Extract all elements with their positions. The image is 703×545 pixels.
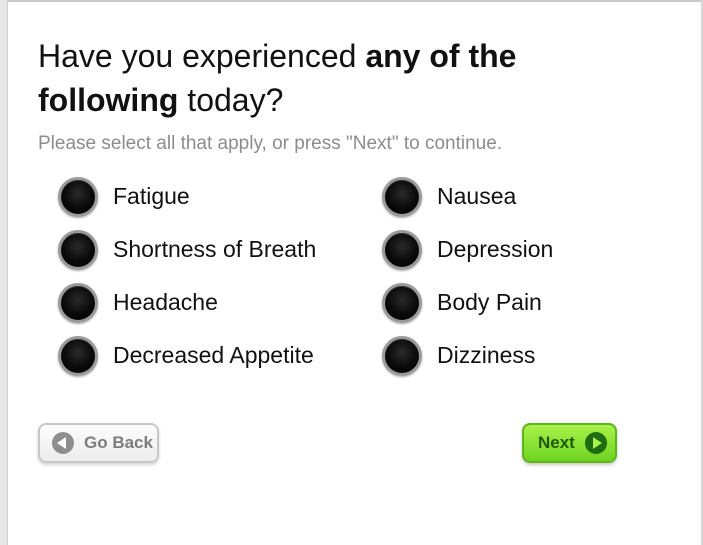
radio-button[interactable] — [382, 282, 422, 323]
question-text-part1: Have you experienced — [38, 38, 366, 74]
option-depression[interactable]: Depression — [382, 223, 618, 276]
option-fatigue[interactable]: Fatigue — [58, 170, 382, 223]
option-label: Shortness of Breath — [113, 236, 317, 262]
next-arrow-icon — [584, 432, 607, 454]
option-label: Body Pain — [437, 289, 542, 315]
go-back-button[interactable]: Go Back — [38, 423, 159, 463]
question-text-part2: today? — [178, 82, 284, 118]
next-label: Next — [538, 433, 575, 452]
option-body-pain[interactable]: Body Pain — [382, 276, 618, 329]
next-button[interactable]: Next — [522, 423, 617, 463]
radio-button[interactable] — [58, 282, 98, 323]
question-bold-part2: following — [38, 82, 179, 118]
radio-button[interactable] — [58, 335, 98, 376]
option-shortness-of-breath[interactable]: Shortness of Breath — [58, 223, 382, 276]
option-decreased-appetite[interactable]: Decreased Appetite — [58, 329, 382, 382]
instructions-text: Please select all that apply, or press "… — [38, 133, 503, 154]
window-top-border — [0, 0, 703, 2]
option-label: Nausea — [437, 183, 517, 209]
option-dizziness[interactable]: Dizziness — [382, 329, 618, 382]
option-headache[interactable]: Headache — [58, 276, 382, 329]
radio-button[interactable] — [58, 176, 98, 217]
option-label: Headache — [113, 289, 218, 315]
radio-button[interactable] — [58, 229, 98, 270]
option-label: Depression — [437, 236, 554, 262]
option-label: Fatigue — [113, 183, 190, 209]
option-label: Decreased Appetite — [113, 342, 314, 368]
symptom-options: Fatigue Nausea Shortness of Breath Depre… — [58, 170, 618, 382]
radio-button[interactable] — [382, 335, 422, 376]
option-nausea[interactable]: Nausea — [382, 170, 618, 223]
radio-button[interactable] — [382, 176, 422, 217]
back-arrow-icon — [52, 432, 74, 454]
option-label: Dizziness — [437, 342, 536, 368]
question-heading: Have you experienced any of the following… — [38, 34, 658, 122]
go-back-label: Go Back — [84, 433, 153, 452]
question-bold-part1: any of the — [365, 38, 517, 74]
window-left-border — [0, 0, 8, 545]
radio-button[interactable] — [382, 229, 422, 270]
